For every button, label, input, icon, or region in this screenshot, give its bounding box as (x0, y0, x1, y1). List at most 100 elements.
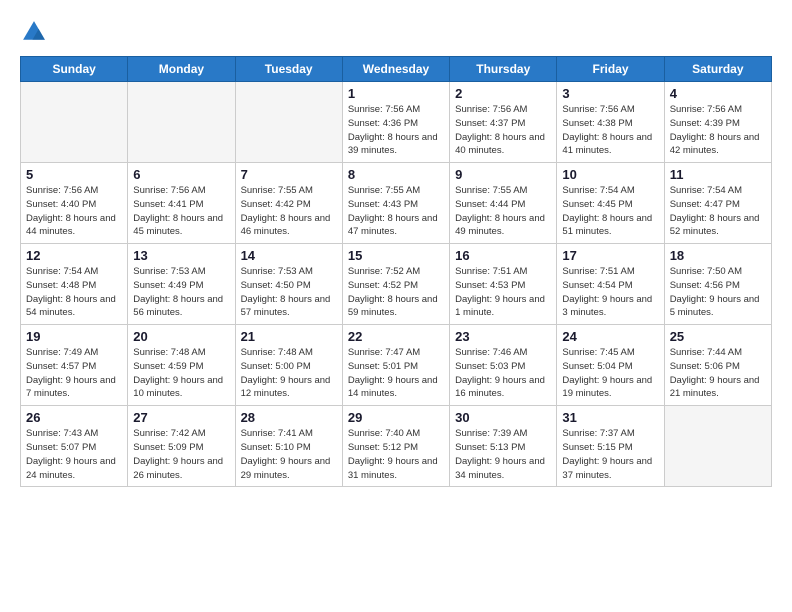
day-cell (128, 82, 235, 163)
day-number: 1 (348, 86, 444, 101)
day-info: Sunrise: 7:55 AMSunset: 4:44 PMDaylight:… (455, 184, 551, 239)
day-cell: 3 Sunrise: 7:56 AMSunset: 4:38 PMDaylight… (557, 82, 664, 163)
day-number: 28 (241, 410, 337, 425)
logo (20, 18, 50, 46)
day-cell: 31 Sunrise: 7:37 AMSunset: 5:15 PMDayligh… (557, 406, 664, 487)
day-number: 30 (455, 410, 551, 425)
day-cell: 6 Sunrise: 7:56 AMSunset: 4:41 PMDaylight… (128, 163, 235, 244)
day-cell: 1 Sunrise: 7:56 AMSunset: 4:36 PMDaylight… (342, 82, 449, 163)
weekday-header-sunday: Sunday (21, 57, 128, 82)
day-cell: 25 Sunrise: 7:44 AMSunset: 5:06 PMDayligh… (664, 325, 771, 406)
day-number: 6 (133, 167, 229, 182)
day-info: Sunrise: 7:55 AMSunset: 4:43 PMDaylight:… (348, 184, 444, 239)
day-info: Sunrise: 7:54 AMSunset: 4:47 PMDaylight:… (670, 184, 766, 239)
week-row-4: 26 Sunrise: 7:43 AMSunset: 5:07 PMDayligh… (21, 406, 772, 487)
day-cell: 23 Sunrise: 7:46 AMSunset: 5:03 PMDayligh… (450, 325, 557, 406)
day-info: Sunrise: 7:50 AMSunset: 4:56 PMDaylight:… (670, 265, 766, 320)
day-cell: 15Sunrise: 7:52 AMSunset: 4:52 PMDayligh… (342, 244, 449, 325)
day-info: Sunrise: 7:46 AMSunset: 5:03 PMDaylight:… (455, 346, 551, 401)
day-cell: 13 Sunrise: 7:53 AMSunset: 4:49 PMDayligh… (128, 244, 235, 325)
day-info: Sunrise: 7:56 AMSunset: 4:39 PMDaylight:… (670, 103, 766, 158)
page: SundayMondayTuesdayWednesdayThursdayFrid… (0, 0, 792, 501)
day-number: 14 (241, 248, 337, 263)
logo-icon (20, 18, 48, 46)
day-info: Sunrise: 7:42 AMSunset: 5:09 PMDaylight:… (133, 427, 229, 482)
day-number: 21 (241, 329, 337, 344)
day-number: 29 (348, 410, 444, 425)
weekday-header-wednesday: Wednesday (342, 57, 449, 82)
day-cell: 11 Sunrise: 7:54 AMSunset: 4:47 PMDayligh… (664, 163, 771, 244)
day-cell: 7Sunrise: 7:55 AMSunset: 4:42 PMDaylight… (235, 163, 342, 244)
weekday-header-friday: Friday (557, 57, 664, 82)
day-number: 13 (133, 248, 229, 263)
weekday-header-thursday: Thursday (450, 57, 557, 82)
day-info: Sunrise: 7:43 AMSunset: 5:07 PMDaylight:… (26, 427, 122, 482)
day-cell: 17 Sunrise: 7:51 AMSunset: 4:54 PMDayligh… (557, 244, 664, 325)
day-number: 16 (455, 248, 551, 263)
day-number: 23 (455, 329, 551, 344)
day-number: 4 (670, 86, 766, 101)
day-cell: 14 Sunrise: 7:53 AMSunset: 4:50 PMDayligh… (235, 244, 342, 325)
weekday-header-monday: Monday (128, 57, 235, 82)
day-cell: 24 Sunrise: 7:45 AMSunset: 5:04 PMDayligh… (557, 325, 664, 406)
day-number: 12 (26, 248, 122, 263)
day-info: Sunrise: 7:56 AMSunset: 4:36 PMDaylight:… (348, 103, 444, 158)
day-info: Sunrise: 7:48 AMSunset: 5:00 PMDaylight:… (241, 346, 337, 401)
day-cell: 8 Sunrise: 7:55 AMSunset: 4:43 PMDaylight… (342, 163, 449, 244)
day-info: Sunrise: 7:56 AMSunset: 4:40 PMDaylight:… (26, 184, 122, 239)
day-number: 10 (562, 167, 658, 182)
day-info: Sunrise: 7:54 AMSunset: 4:48 PMDaylight:… (26, 265, 122, 320)
day-info: Sunrise: 7:54 AMSunset: 4:45 PMDaylight:… (562, 184, 658, 239)
day-number: 9 (455, 167, 551, 182)
day-info: Sunrise: 7:56 AMSunset: 4:37 PMDaylight:… (455, 103, 551, 158)
day-number: 26 (26, 410, 122, 425)
day-number: 24 (562, 329, 658, 344)
weekday-header-saturday: Saturday (664, 57, 771, 82)
day-info: Sunrise: 7:45 AMSunset: 5:04 PMDaylight:… (562, 346, 658, 401)
day-number: 7 (241, 167, 337, 182)
day-number: 25 (670, 329, 766, 344)
day-cell: 4 Sunrise: 7:56 AMSunset: 4:39 PMDaylight… (664, 82, 771, 163)
day-info: Sunrise: 7:49 AMSunset: 4:57 PMDaylight:… (26, 346, 122, 401)
day-number: 17 (562, 248, 658, 263)
day-info: Sunrise: 7:56 AMSunset: 4:41 PMDaylight:… (133, 184, 229, 239)
day-cell: 26 Sunrise: 7:43 AMSunset: 5:07 PMDayligh… (21, 406, 128, 487)
day-info: Sunrise: 7:56 AMSunset: 4:38 PMDaylight:… (562, 103, 658, 158)
week-row-2: 12 Sunrise: 7:54 AMSunset: 4:48 PMDayligh… (21, 244, 772, 325)
day-number: 2 (455, 86, 551, 101)
weekday-header-row: SundayMondayTuesdayWednesdayThursdayFrid… (21, 57, 772, 82)
day-info: Sunrise: 7:48 AMSunset: 4:59 PMDaylight:… (133, 346, 229, 401)
day-cell (664, 406, 771, 487)
day-number: 19 (26, 329, 122, 344)
day-info: Sunrise: 7:51 AMSunset: 4:54 PMDaylight:… (562, 265, 658, 320)
day-cell: 20 Sunrise: 7:48 AMSunset: 4:59 PMDayligh… (128, 325, 235, 406)
weekday-header-tuesday: Tuesday (235, 57, 342, 82)
day-cell: 12 Sunrise: 7:54 AMSunset: 4:48 PMDayligh… (21, 244, 128, 325)
day-number: 20 (133, 329, 229, 344)
day-number: 18 (670, 248, 766, 263)
day-cell: 22 Sunrise: 7:47 AMSunset: 5:01 PMDayligh… (342, 325, 449, 406)
week-row-3: 19 Sunrise: 7:49 AMSunset: 4:57 PMDayligh… (21, 325, 772, 406)
day-cell (21, 82, 128, 163)
calendar-table: SundayMondayTuesdayWednesdayThursdayFrid… (20, 56, 772, 487)
day-info: Sunrise: 7:53 AMSunset: 4:49 PMDaylight:… (133, 265, 229, 320)
day-cell (235, 82, 342, 163)
day-info: Sunrise: 7:37 AMSunset: 5:15 PMDaylight:… (562, 427, 658, 482)
day-info: Sunrise: 7:47 AMSunset: 5:01 PMDaylight:… (348, 346, 444, 401)
day-cell: 19 Sunrise: 7:49 AMSunset: 4:57 PMDayligh… (21, 325, 128, 406)
day-cell: 9 Sunrise: 7:55 AMSunset: 4:44 PMDaylight… (450, 163, 557, 244)
day-info: Sunrise: 7:53 AMSunset: 4:50 PMDaylight:… (241, 265, 337, 320)
day-cell: 29 Sunrise: 7:40 AMSunset: 5:12 PMDayligh… (342, 406, 449, 487)
day-cell: 28 Sunrise: 7:41 AMSunset: 5:10 PMDayligh… (235, 406, 342, 487)
day-number: 3 (562, 86, 658, 101)
day-number: 8 (348, 167, 444, 182)
week-row-1: 5Sunrise: 7:56 AMSunset: 4:40 PMDaylight… (21, 163, 772, 244)
day-number: 27 (133, 410, 229, 425)
day-info: Sunrise: 7:40 AMSunset: 5:12 PMDaylight:… (348, 427, 444, 482)
day-number: 11 (670, 167, 766, 182)
header (20, 18, 772, 46)
day-info: Sunrise: 7:44 AMSunset: 5:06 PMDaylight:… (670, 346, 766, 401)
day-number: 22 (348, 329, 444, 344)
day-info: Sunrise: 7:41 AMSunset: 5:10 PMDaylight:… (241, 427, 337, 482)
day-number: 31 (562, 410, 658, 425)
